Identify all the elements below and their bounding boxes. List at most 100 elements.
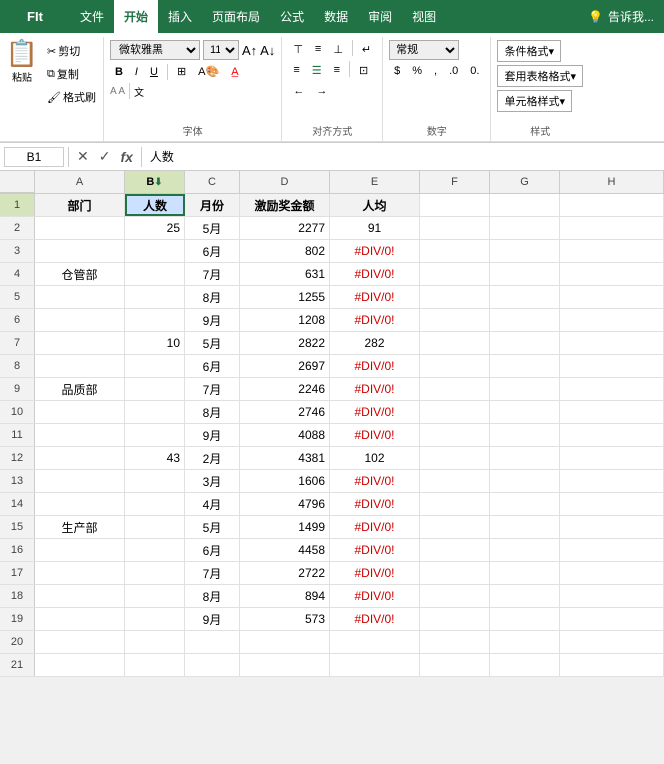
cell-f-16[interactable] [420, 539, 490, 561]
row-number[interactable]: 1 [0, 194, 35, 216]
cell-f-18[interactable] [420, 585, 490, 607]
cell-c-8[interactable]: 6月 [185, 355, 240, 377]
row-number[interactable]: 13 [0, 470, 35, 492]
wén-icon[interactable]: 文 [134, 84, 144, 99]
col-header-d[interactable]: D [240, 171, 330, 193]
cell-b-6[interactable] [125, 309, 185, 331]
cell-a-17[interactable] [35, 562, 125, 584]
cell-g-1[interactable] [490, 194, 560, 216]
cell-a-20[interactable] [35, 631, 125, 653]
cell-d-7[interactable]: 2822 [240, 332, 330, 354]
cell-d-13[interactable]: 1606 [240, 470, 330, 492]
cell-a-12[interactable] [35, 447, 125, 469]
cell-a-4[interactable]: 仓管部 [35, 263, 125, 285]
copy-button[interactable]: ⧉ 复制 [43, 63, 100, 85]
cell-e-18[interactable]: #DIV/0! [330, 585, 420, 607]
row-number[interactable]: 11 [0, 424, 35, 446]
cell-b-13[interactable] [125, 470, 185, 492]
menu-file[interactable]: 文件 [70, 0, 114, 33]
cell-g-2[interactable] [490, 217, 560, 239]
formula-input[interactable] [146, 148, 660, 166]
cell-f-7[interactable] [420, 332, 490, 354]
cell-g-10[interactable] [490, 401, 560, 423]
indent-decrease-button[interactable]: ← [288, 82, 309, 100]
row-number[interactable]: 19 [0, 608, 35, 630]
cell-g-16[interactable] [490, 539, 560, 561]
cell-e-14[interactable]: #DIV/0! [330, 493, 420, 515]
cell-h-16[interactable] [560, 539, 664, 561]
cell-e-19[interactable]: #DIV/0! [330, 608, 420, 630]
cell-d-5[interactable]: 1255 [240, 286, 330, 308]
cell-e-21[interactable] [330, 654, 420, 676]
cell-e-10[interactable]: #DIV/0! [330, 401, 420, 423]
col-header-e[interactable]: E [330, 171, 420, 193]
cell-b-17[interactable] [125, 562, 185, 584]
cell-f-13[interactable] [420, 470, 490, 492]
cell-f-3[interactable] [420, 240, 490, 262]
cell-g-20[interactable] [490, 631, 560, 653]
cell-h-13[interactable] [560, 470, 664, 492]
cell-d-6[interactable]: 1208 [240, 309, 330, 331]
cell-e-2[interactable]: 91 [330, 217, 420, 239]
cell-h-12[interactable] [560, 447, 664, 469]
cell-c-18[interactable]: 8月 [185, 585, 240, 607]
cell-h-17[interactable] [560, 562, 664, 584]
underline-button[interactable]: U [145, 63, 163, 81]
cell-a-11[interactable] [35, 424, 125, 446]
cell-reference-input[interactable] [4, 147, 64, 167]
menu-home[interactable]: 开始 [114, 0, 158, 33]
cell-a-1[interactable]: 部门 [35, 194, 125, 216]
cell-c-10[interactable]: 8月 [185, 401, 240, 423]
cell-g-13[interactable] [490, 470, 560, 492]
cell-b-12[interactable]: 43 [125, 447, 185, 469]
row-number[interactable]: 15 [0, 516, 35, 538]
menu-data[interactable]: 数据 [314, 0, 358, 33]
cell-a-19[interactable] [35, 608, 125, 630]
row-number[interactable]: 21 [0, 654, 35, 676]
cell-c-7[interactable]: 5月 [185, 332, 240, 354]
cell-b-21[interactable] [125, 654, 185, 676]
cell-g-3[interactable] [490, 240, 560, 262]
cell-a-13[interactable] [35, 470, 125, 492]
cell-c-5[interactable]: 8月 [185, 286, 240, 308]
number-format-select[interactable]: 常规 [389, 40, 459, 60]
cell-e-9[interactable]: #DIV/0! [330, 378, 420, 400]
row-number[interactable]: 12 [0, 447, 35, 469]
cell-f-14[interactable] [420, 493, 490, 515]
cell-d-4[interactable]: 631 [240, 263, 330, 285]
cell-f-1[interactable] [420, 194, 490, 216]
cell-b-3[interactable] [125, 240, 185, 262]
cell-f-4[interactable] [420, 263, 490, 285]
cell-b-1[interactable]: 人数 [125, 194, 185, 216]
cell-e-6[interactable]: #DIV/0! [330, 309, 420, 331]
cell-f-9[interactable] [420, 378, 490, 400]
row-number[interactable]: 9 [0, 378, 35, 400]
row-number[interactable]: 16 [0, 539, 35, 561]
cell-e-12[interactable]: 102 [330, 447, 420, 469]
format-painter-button[interactable]: 🖌 格式刷 [43, 86, 100, 108]
cell-e-1[interactable]: 人均 [330, 194, 420, 216]
cell-g-6[interactable] [490, 309, 560, 331]
cell-b-9[interactable] [125, 378, 185, 400]
cell-f-19[interactable] [420, 608, 490, 630]
cell-b-11[interactable] [125, 424, 185, 446]
cell-f-17[interactable] [420, 562, 490, 584]
confirm-formula-icon[interactable]: ✓ [95, 146, 115, 167]
cell-h-9[interactable] [560, 378, 664, 400]
paste-button[interactable]: 📋 粘贴 [3, 40, 41, 82]
cell-h-5[interactable] [560, 286, 664, 308]
row-number[interactable]: 6 [0, 309, 35, 331]
row-number[interactable]: 3 [0, 240, 35, 262]
font-name-select[interactable]: 微软雅黑 [110, 40, 200, 60]
cell-a-6[interactable] [35, 309, 125, 331]
cell-e-15[interactable]: #DIV/0! [330, 516, 420, 538]
cell-c-1[interactable]: 月份 [185, 194, 240, 216]
row-number[interactable]: 7 [0, 332, 35, 354]
cell-c-20[interactable] [185, 631, 240, 653]
cell-c-14[interactable]: 4月 [185, 493, 240, 515]
cell-g-18[interactable] [490, 585, 560, 607]
cell-e-8[interactable]: #DIV/0! [330, 355, 420, 377]
cell-d-18[interactable]: 894 [240, 585, 330, 607]
menu-review[interactable]: 审阅 [358, 0, 402, 33]
cell-g-4[interactable] [490, 263, 560, 285]
